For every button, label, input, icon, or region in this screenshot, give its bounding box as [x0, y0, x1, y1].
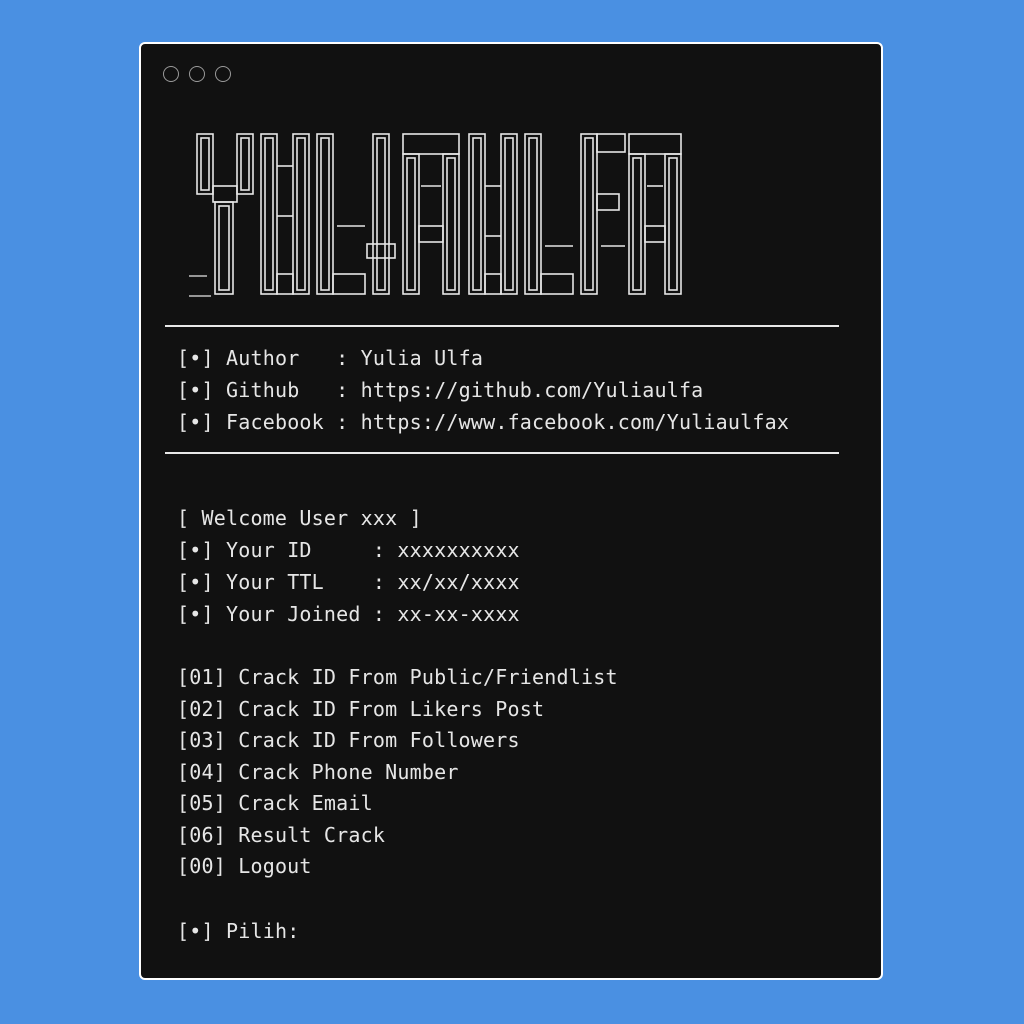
terminal-window: [•] Author : Yulia Ulfa [•] Github : htt… [139, 42, 883, 980]
choice-prompt: [•] Pilih: [177, 919, 510, 943]
info-github: [•] Github : https://github.com/Yuliaulf… [177, 378, 704, 402]
circle-icon[interactable] [189, 66, 205, 82]
menu-item-crack-public[interactable]: [01] Crack ID From Public/Friendlist [177, 665, 618, 689]
choice-input[interactable] [309, 919, 510, 943]
user-id-row: [•] Your ID : xxxxxxxxxx [177, 538, 520, 562]
welcome-heading: [ Welcome User xxx ] [177, 506, 422, 530]
window-controls [163, 66, 231, 82]
menu-item-crack-phone[interactable]: [04] Crack Phone Number [177, 760, 459, 784]
menu-item-crack-email[interactable]: [05] Crack Email [177, 791, 373, 815]
circle-icon[interactable] [163, 66, 179, 82]
info-author: [•] Author : Yulia Ulfa [177, 346, 484, 370]
menu-item-crack-likers[interactable]: [02] Crack ID From Likers Post [177, 697, 544, 721]
ascii-banner-logo [189, 126, 689, 310]
menu-item-crack-followers[interactable]: [03] Crack ID From Followers [177, 728, 520, 752]
user-ttl-row: [•] Your TTL : xx/xx/xxxx [177, 570, 520, 594]
info-facebook: [•] Facebook : https://www.facebook.com/… [177, 410, 790, 434]
facebook-link[interactable]: https://www.facebook.com/Yuliaulfax [361, 410, 789, 434]
menu-item-logout[interactable]: [00] Logout [177, 854, 312, 878]
divider-top [165, 325, 839, 327]
menu-item-result-crack[interactable]: [06] Result Crack [177, 823, 385, 847]
user-joined-row: [•] Your Joined : xx-xx-xxxx [177, 602, 520, 626]
circle-icon[interactable] [215, 66, 231, 82]
divider-bottom [165, 452, 839, 454]
github-link[interactable]: https://github.com/Yuliaulfa [361, 378, 704, 402]
